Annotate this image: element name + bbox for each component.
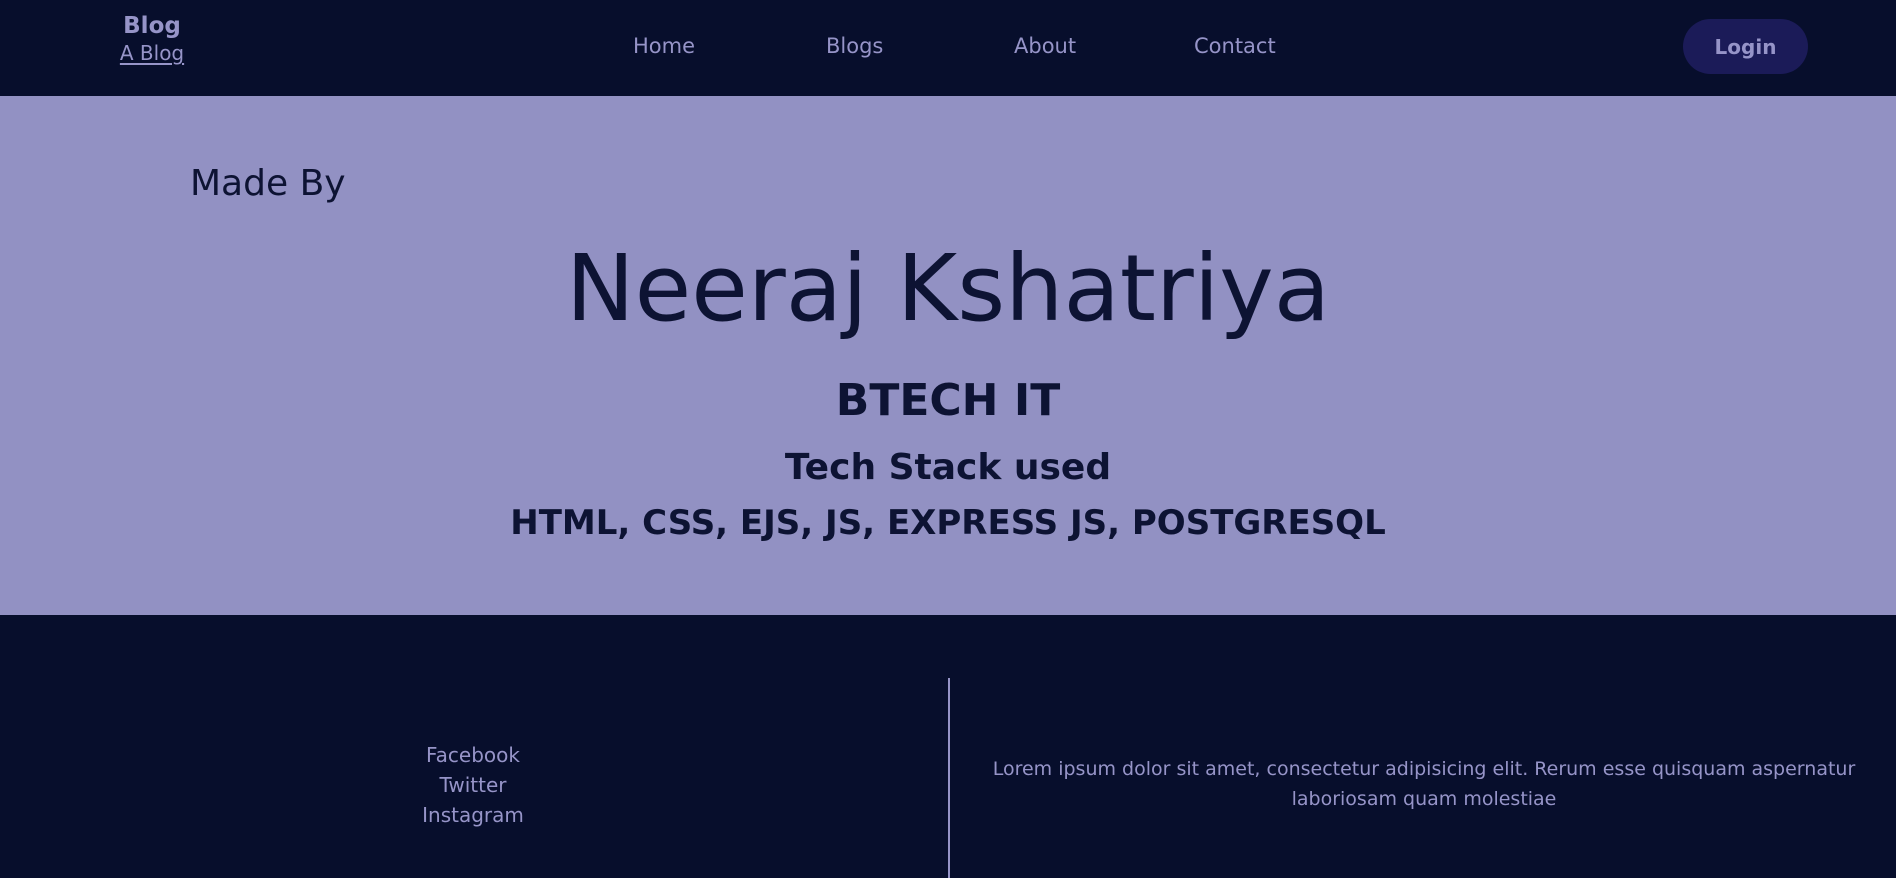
instagram-link[interactable]: Instagram: [373, 800, 573, 830]
footer-divider: [948, 678, 950, 878]
social-links: Facebook Twitter Instagram: [373, 740, 573, 830]
brand-subtitle-link[interactable]: A Blog: [120, 40, 184, 66]
tech-stack-list: HTML, CSS, EJS, JS, EXPRESS JS, POSTGRES…: [510, 503, 1386, 543]
nav-link-about[interactable]: About: [1014, 32, 1076, 60]
navbar: Blog A Blog Home Blogs About Contact Log…: [0, 0, 1896, 96]
brand-title[interactable]: Blog: [112, 12, 192, 40]
hero-section: Made By Neeraj Kshatriya BTECH IT Tech S…: [0, 96, 1896, 615]
brand[interactable]: Blog A Blog: [112, 12, 192, 66]
login-button[interactable]: Login: [1683, 19, 1808, 74]
tech-stack-heading: Tech Stack used: [784, 447, 1112, 488]
facebook-link[interactable]: Facebook: [373, 740, 573, 770]
nav-link-blogs[interactable]: Blogs: [826, 32, 883, 60]
author-name: Neeraj Kshatriya: [565, 235, 1331, 342]
nav-link-home[interactable]: Home: [633, 32, 695, 60]
nav-link-contact[interactable]: Contact: [1194, 32, 1276, 60]
twitter-link[interactable]: Twitter: [373, 770, 573, 800]
degree-heading: BTECH IT: [835, 375, 1061, 426]
footer-description: Lorem ipsum dolor sit amet, consectetur …: [992, 758, 1856, 810]
made-by-label: Made By: [190, 163, 346, 204]
footer: Facebook Twitter Instagram Lorem ipsum d…: [0, 615, 1896, 878]
